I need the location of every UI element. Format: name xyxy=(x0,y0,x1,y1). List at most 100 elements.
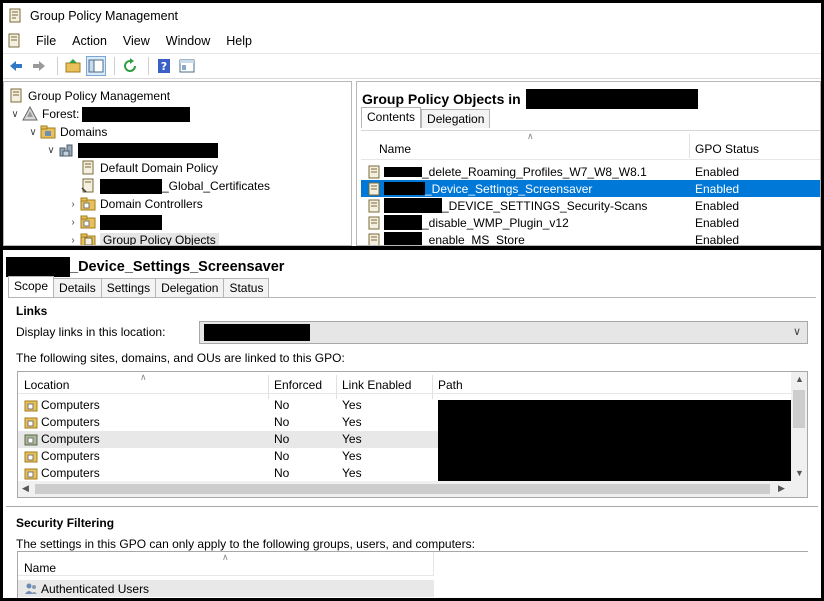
menu-view[interactable]: View xyxy=(115,34,158,48)
redacted-paths xyxy=(438,400,791,482)
properties-icon xyxy=(179,59,195,73)
gpo-details-pane: _Device_Settings_Screensaver Scope Detai… xyxy=(3,250,821,598)
tree-item-root[interactable]: Group Policy Management xyxy=(8,87,170,105)
column-name[interactable]: Name xyxy=(24,561,56,575)
ou-folder-icon xyxy=(24,417,38,429)
tab-delegation[interactable]: Delegation xyxy=(156,278,225,297)
scroll-thumb[interactable] xyxy=(793,390,805,428)
refresh-button[interactable] xyxy=(120,56,140,76)
back-button[interactable] xyxy=(6,56,26,76)
properties-button[interactable] xyxy=(177,56,197,76)
tree-item-domains[interactable]: ∨ Domains xyxy=(26,123,107,141)
links-heading: Links xyxy=(16,304,48,318)
scroll-up-icon[interactable]: ▲ xyxy=(795,374,804,384)
gpo-name-text: _delete_Roaming_Profiles_W7_W8_W8.1 xyxy=(422,164,647,179)
chevron-right-icon[interactable]: › xyxy=(66,199,80,210)
list-header: ∧ Name GPO Status xyxy=(361,130,820,161)
show-hide-tree-icon xyxy=(88,59,104,73)
column-divider[interactable] xyxy=(336,375,337,399)
tree-item-domain-controllers[interactable]: › Domain Controllers xyxy=(66,195,202,213)
column-divider[interactable] xyxy=(432,375,433,399)
tab-details[interactable]: Details xyxy=(54,278,102,297)
tree-label: _Global_Certificates xyxy=(162,179,271,193)
redacted-prefix xyxy=(384,166,422,177)
column-link-enabled[interactable]: Link Enabled xyxy=(342,378,411,392)
location-cell: Computers xyxy=(24,449,100,463)
show-hide-tree-button[interactable] xyxy=(86,56,106,76)
menu-help[interactable]: Help xyxy=(218,34,260,48)
menu-window[interactable]: Window xyxy=(158,34,218,48)
gpo-icon xyxy=(368,233,380,245)
gpo-title-text: _Device_Settings_Screensaver xyxy=(70,259,285,275)
gpo-status: Enabled xyxy=(695,181,740,196)
gpmc-window: Group Policy Management File Action View… xyxy=(3,3,821,246)
column-location[interactable]: Location xyxy=(24,378,69,392)
redacted-prefix xyxy=(6,257,70,277)
gpo-row[interactable]: _DEVICE_SETTINGS_Security-Scans Enabled xyxy=(361,197,820,214)
location-cell: Computers xyxy=(24,466,100,480)
redacted-domain-name xyxy=(525,89,698,109)
chevron-down-icon[interactable]: ∨ xyxy=(8,109,22,120)
menu-action[interactable]: Action xyxy=(64,34,115,48)
help-button[interactable]: ? xyxy=(154,56,174,76)
scroll-down-icon[interactable]: ▼ xyxy=(795,468,804,478)
forward-button[interactable] xyxy=(29,56,49,76)
tree-item-forest[interactable]: ∨ Forest: xyxy=(8,105,191,123)
chevron-down-icon[interactable]: ∨ xyxy=(793,325,801,338)
tree-item-default-domain-policy[interactable]: Default Domain Policy xyxy=(80,159,218,177)
column-divider[interactable] xyxy=(689,134,690,158)
gpo-row[interactable]: _delete_Roaming_Profiles_W7_W8_W8.1 Enab… xyxy=(361,163,820,180)
chevron-down-icon[interactable]: ∨ xyxy=(26,127,40,138)
gpo-icon xyxy=(368,199,380,212)
menu-bar: File Action View Window Help xyxy=(3,30,821,52)
display-links-dropdown[interactable]: ∨ xyxy=(199,321,808,344)
gpo-link-icon xyxy=(81,178,94,193)
console-tree: Group Policy Management ∨ Forest: ∨ Doma… xyxy=(3,81,352,246)
tree-item-global-certificates[interactable]: _Global_Certificates xyxy=(80,177,270,195)
gpo-list-pane: Group Policy Objects in Contents Delegat… xyxy=(356,81,821,246)
scroll-right-icon[interactable]: ▶ xyxy=(778,483,785,494)
ou-folder-icon xyxy=(24,451,38,463)
security-principal-name: Authenticated Users xyxy=(41,581,150,596)
column-path[interactable]: Path xyxy=(438,378,463,392)
tree-item-domain[interactable]: ∨ xyxy=(44,141,218,159)
vertical-scrollbar[interactable]: ▲ ▼ xyxy=(791,372,807,481)
menu-file[interactable]: File xyxy=(28,34,64,48)
enforced-cell: No xyxy=(274,449,290,463)
gpo-name: _disable_WMP_Plugin_v12 xyxy=(367,215,569,230)
tree-item-group-policy-objects[interactable]: › Group Policy Objects xyxy=(66,231,219,246)
tab-delegation[interactable]: Delegation xyxy=(421,109,491,128)
up-folder-button[interactable] xyxy=(63,56,83,76)
gpo-row[interactable]: _enable_MS_Store Enabled xyxy=(361,231,820,245)
gpo-icon xyxy=(368,182,380,195)
location-text: Computers xyxy=(41,415,100,429)
tab-status[interactable]: Status xyxy=(224,278,270,297)
location-text: Computers xyxy=(41,432,100,446)
gpo-row[interactable]: _disable_WMP_Plugin_v12 Enabled xyxy=(361,214,820,231)
column-enforced[interactable]: Enforced xyxy=(274,378,322,392)
linked-ous-text: The following sites, domains, and OUs ar… xyxy=(16,351,345,365)
gpo-icon xyxy=(368,216,380,229)
tab-contents[interactable]: Contents xyxy=(361,107,422,128)
toolbar-separator xyxy=(148,57,149,75)
chevron-right-icon[interactable]: › xyxy=(66,235,80,246)
chevron-down-icon[interactable]: ∨ xyxy=(44,145,58,156)
svg-text:?: ? xyxy=(161,60,167,73)
column-name[interactable]: Name xyxy=(379,131,411,161)
tab-settings[interactable]: Settings xyxy=(101,278,157,297)
horizontal-scrollbar[interactable]: ◀ ▶ xyxy=(18,481,807,497)
column-divider[interactable] xyxy=(268,375,269,399)
domains-folder-icon xyxy=(40,125,56,139)
tab-scope[interactable]: Scope xyxy=(8,276,55,297)
column-gpo-status[interactable]: GPO Status xyxy=(695,131,759,161)
scroll-thumb[interactable] xyxy=(35,484,770,494)
forest-icon xyxy=(22,106,38,121)
table-row[interactable]: Authenticated Users xyxy=(18,580,434,597)
gpo-row-selected[interactable]: _Device_Settings_Screensaver Enabled xyxy=(361,180,820,197)
tree-item-ou[interactable]: › xyxy=(66,213,162,231)
scroll-left-icon[interactable]: ◀ xyxy=(22,483,29,494)
refresh-icon xyxy=(124,58,136,72)
location-cell: Computers xyxy=(24,415,100,429)
chevron-right-icon[interactable]: › xyxy=(66,217,80,228)
sort-ascending-icon: ∧ xyxy=(140,372,147,382)
